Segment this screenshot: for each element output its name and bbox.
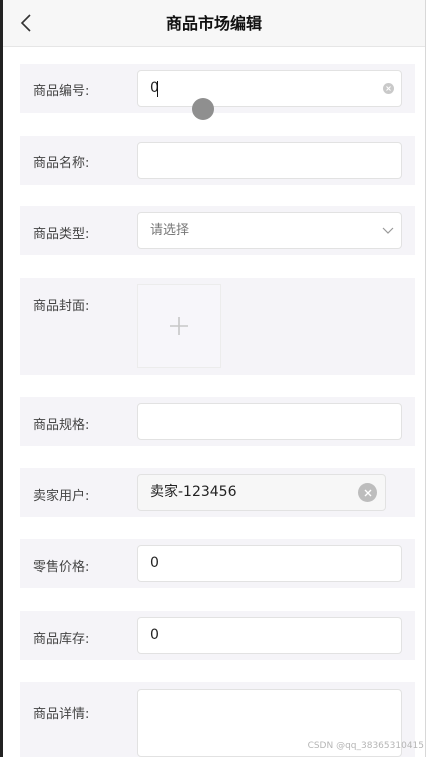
watermark: CSDN @qq_38365310415: [307, 741, 424, 751]
form-row-product-name: 商品名称:: [20, 136, 415, 185]
form-row-cover: 商品封面:: [20, 278, 415, 375]
product-type-placeholder: 请选择: [150, 223, 190, 238]
product-name-label: 商品名称:: [33, 156, 90, 171]
stock-label: 商品库存:: [33, 632, 90, 647]
retail-price-label: 零售价格:: [33, 560, 90, 575]
spec-label: 商品规格:: [33, 418, 90, 433]
plus-icon: [170, 317, 188, 335]
stock-value: 0: [150, 627, 159, 643]
nav-bar: 商品市场编辑: [3, 0, 425, 47]
text-caret: [157, 81, 158, 97]
cover-label: 商品封面:: [33, 299, 90, 314]
product-number-input[interactable]: 0: [137, 70, 402, 107]
stock-input[interactable]: 0: [137, 617, 402, 654]
form-row-spec: 商品规格:: [20, 397, 415, 446]
spec-input[interactable]: [137, 403, 402, 440]
product-number-label: 商品编号:: [33, 84, 90, 99]
seller-input[interactable]: 卖家-123456: [137, 474, 386, 511]
clear-icon[interactable]: [383, 83, 394, 94]
form-row-product-number: 商品编号: 0: [20, 64, 415, 120]
page-title: 商品市场编辑: [165, 14, 262, 33]
seller-label: 卖家用户:: [33, 489, 90, 504]
retail-price-input[interactable]: 0: [137, 545, 402, 582]
form-row-retail-price: 零售价格: 0: [20, 539, 415, 588]
chevron-left-icon: [20, 14, 31, 32]
detail-label: 商品详情:: [33, 707, 90, 722]
retail-price-value: 0: [150, 555, 159, 571]
product-type-label: 商品类型:: [33, 227, 90, 242]
product-type-select[interactable]: 请选择: [137, 212, 402, 249]
form-row-stock: 商品库存: 0: [20, 611, 415, 660]
form-row-product-type: 商品类型: 请选择: [20, 206, 415, 255]
product-name-input[interactable]: [137, 142, 402, 179]
back-button[interactable]: [11, 8, 41, 38]
edit-form: 商品编号: 0 商品名称: 商品类型: 请选择 商品封面: 商品规格: 卖家用户…: [3, 47, 425, 757]
clear-icon[interactable]: [358, 483, 377, 502]
seller-value: 卖家-123456: [150, 484, 237, 500]
touch-indicator: [192, 98, 214, 120]
chevron-down-icon: [382, 227, 394, 234]
cover-upload-button[interactable]: [137, 284, 221, 368]
form-row-seller: 卖家用户: 卖家-123456: [20, 468, 415, 517]
